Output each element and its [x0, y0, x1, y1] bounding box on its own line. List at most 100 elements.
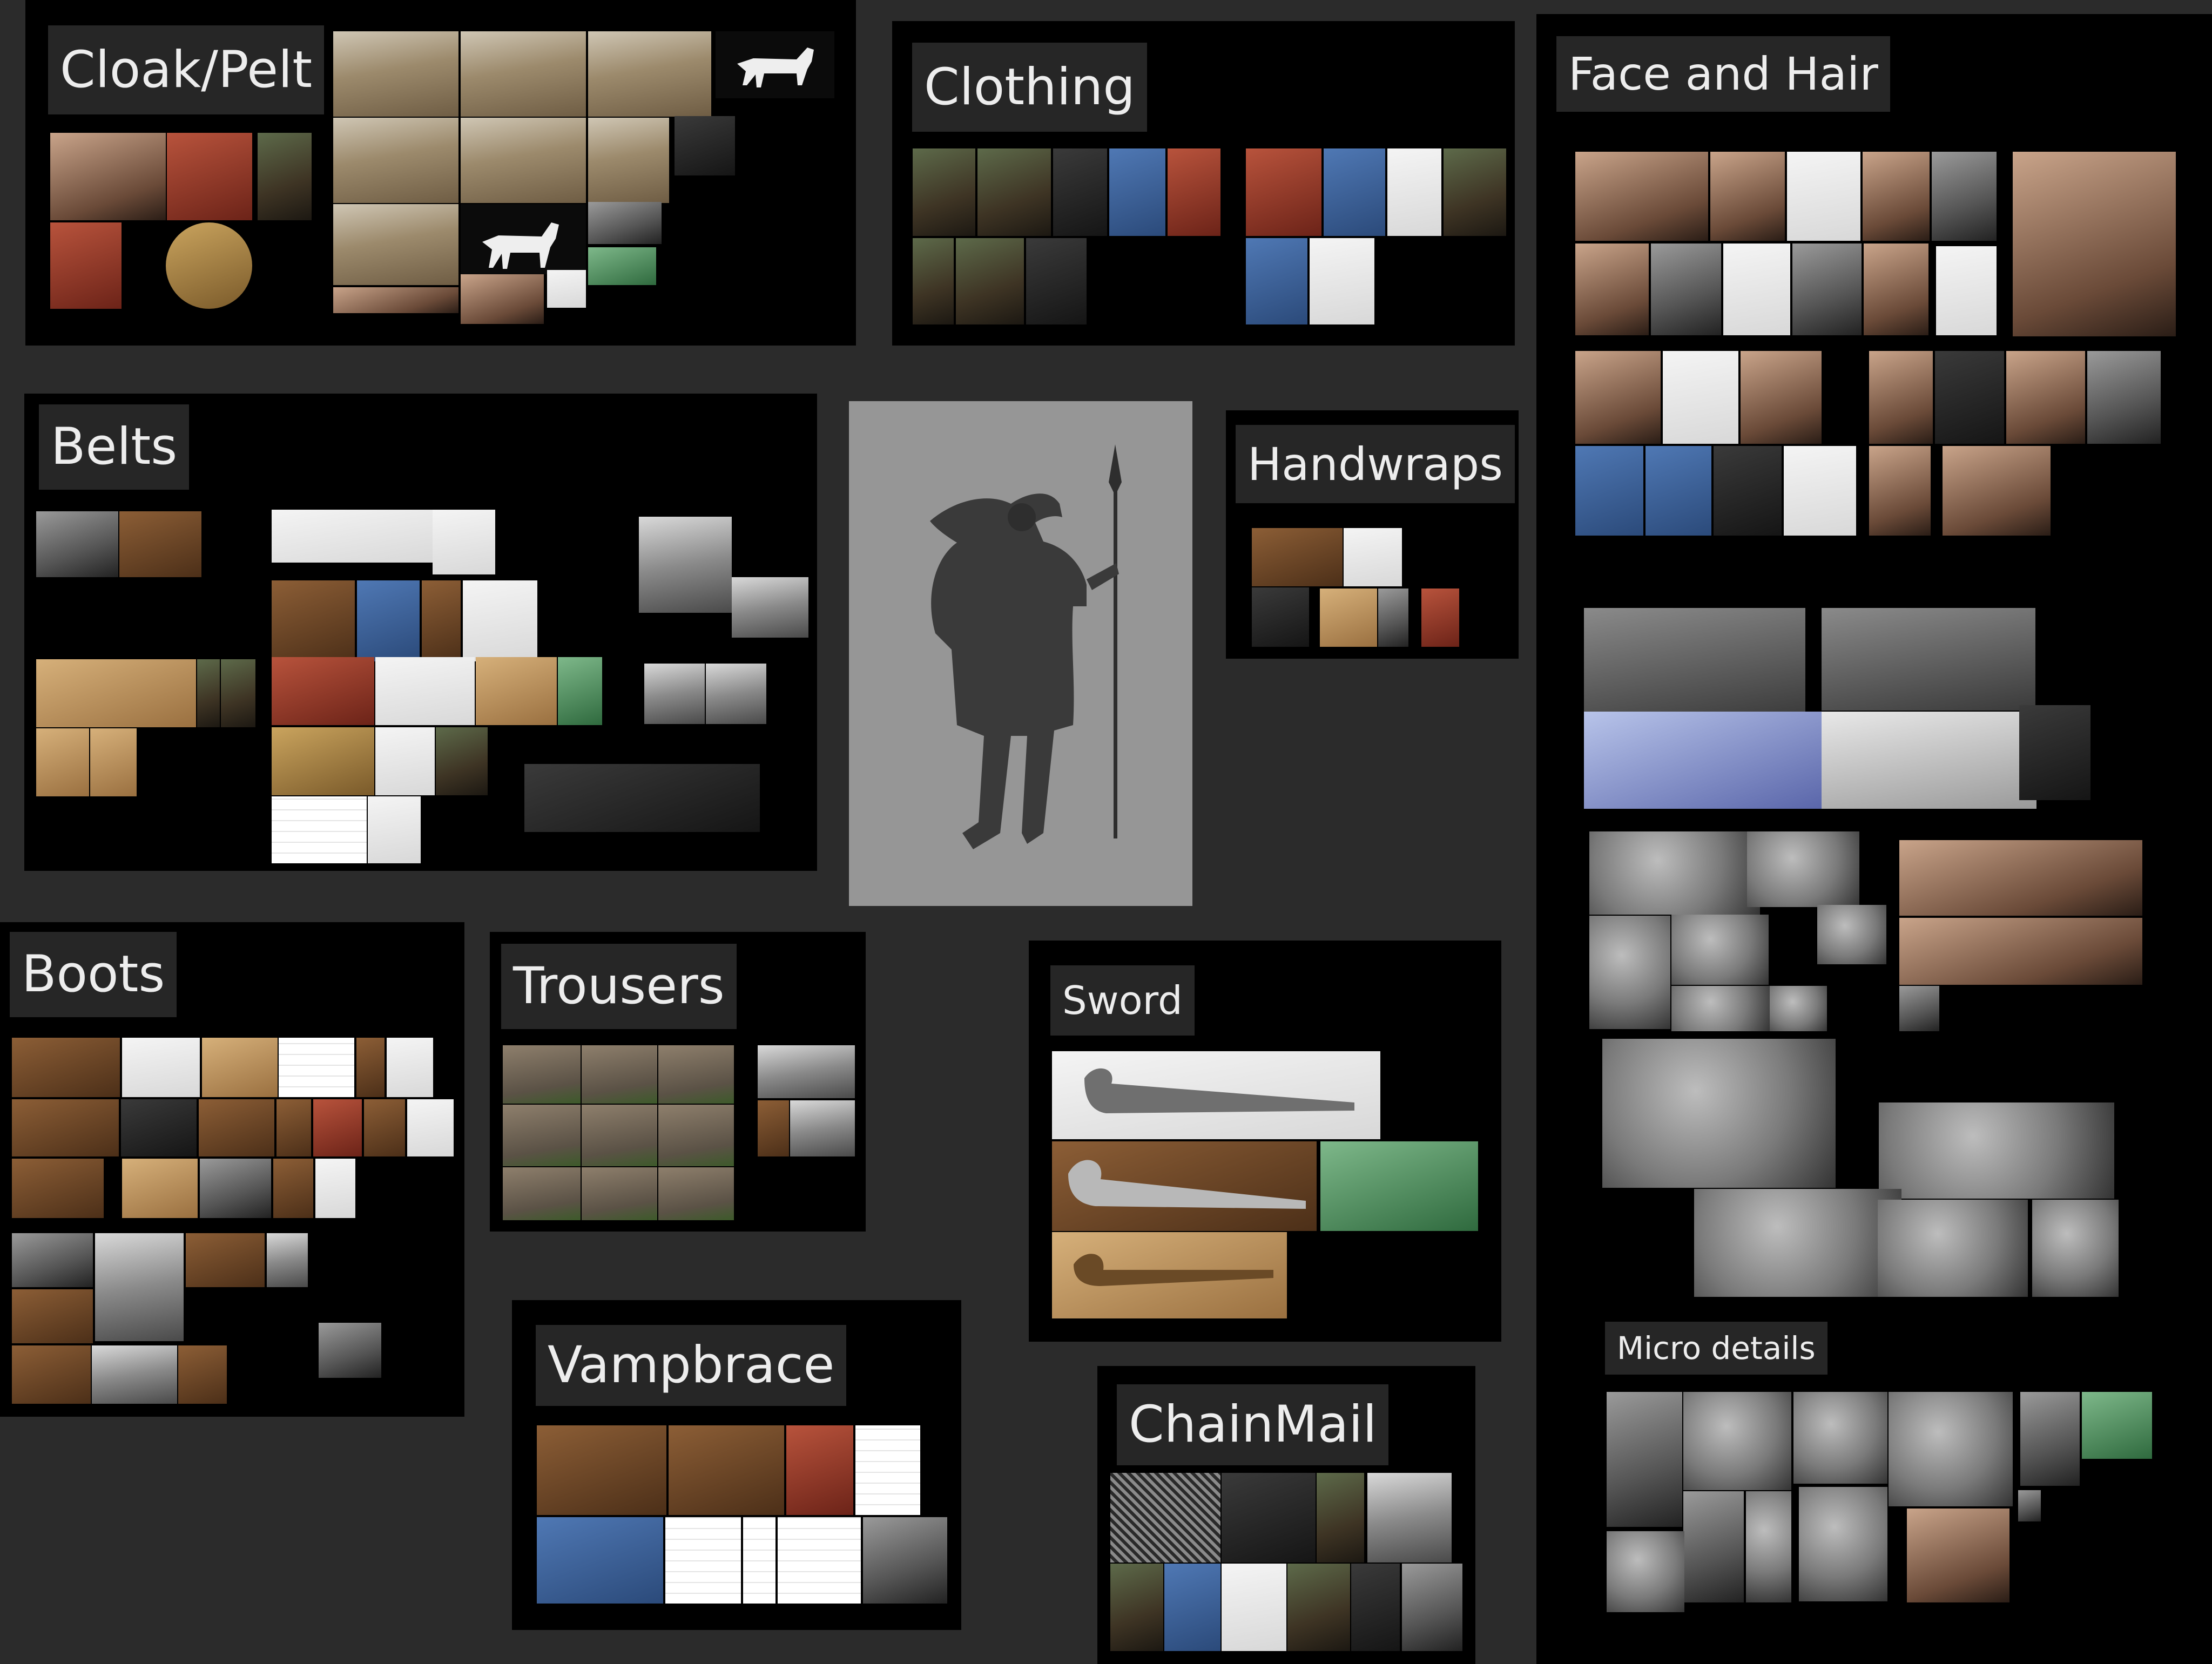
ref-image[interactable] [2018, 1490, 2041, 1521]
ref-image[interactable] [1645, 446, 1711, 536]
ref-image[interactable] [407, 1099, 454, 1156]
ref-image[interactable] [1710, 152, 1785, 241]
ref-image[interactable] [1026, 238, 1087, 324]
ref-image[interactable] [1421, 589, 1459, 647]
ref-image[interactable] [588, 31, 711, 117]
ref-image[interactable] [1387, 148, 1441, 236]
ref-image[interactable] [476, 657, 557, 725]
ref-image[interactable] [1310, 238, 1374, 324]
ref-image[interactable] [272, 727, 374, 795]
ref-image[interactable] [422, 580, 461, 661]
ref-image[interactable] [1602, 1039, 1836, 1188]
ref-image[interactable] [313, 1099, 362, 1156]
ref-image[interactable] [1714, 446, 1782, 536]
ref-image[interactable] [1110, 1473, 1220, 1562]
ref-image[interactable] [1052, 1232, 1287, 1318]
ref-image[interactable] [1683, 1491, 1744, 1602]
ref-image[interactable] [1222, 1473, 1316, 1562]
ref-image[interactable] [588, 202, 662, 244]
ref-image[interactable] [786, 1425, 853, 1515]
ref-image[interactable] [1324, 148, 1385, 236]
group-vampbrace[interactable]: Vampbrace [512, 1300, 961, 1630]
ref-image[interactable] [1168, 148, 1220, 236]
ref-image[interactable] [1943, 446, 2051, 536]
ref-image[interactable] [758, 1100, 789, 1156]
ref-image[interactable] [956, 238, 1024, 324]
ref-image[interactable] [119, 511, 201, 577]
ref-image[interactable] [461, 204, 586, 274]
ref-image[interactable] [12, 1099, 119, 1156]
group-boots[interactable]: Boots [0, 922, 464, 1417]
ref-image[interactable] [12, 1159, 104, 1218]
ref-image[interactable] [1575, 446, 1643, 536]
ref-image[interactable] [433, 510, 495, 574]
ref-image[interactable] [167, 133, 252, 220]
ref-image[interactable] [537, 1517, 663, 1604]
ref-image[interactable] [197, 659, 220, 727]
ref-image[interactable] [333, 118, 458, 203]
ref-image[interactable] [778, 1517, 861, 1604]
ref-image[interactable] [2013, 152, 2176, 336]
ref-image[interactable] [12, 1233, 93, 1287]
ref-image[interactable] [1935, 351, 2004, 444]
ref-image[interactable] [178, 1345, 227, 1404]
ref-image[interactable] [537, 1425, 666, 1515]
ref-image[interactable] [1584, 712, 1822, 809]
ref-image[interactable] [1589, 916, 1670, 1029]
ref-image[interactable] [758, 1045, 855, 1098]
ref-image[interactable] [503, 1045, 581, 1104]
ref-image[interactable] [1936, 246, 1997, 335]
ref-image[interactable] [463, 580, 537, 661]
ref-image[interactable] [1683, 1392, 1791, 1490]
ref-image[interactable] [658, 1105, 734, 1166]
ref-image[interactable] [582, 1045, 657, 1104]
ref-image[interactable] [461, 274, 544, 324]
ref-image[interactable] [12, 1038, 120, 1097]
ref-image[interactable] [669, 1425, 784, 1515]
ref-image[interactable] [1246, 238, 1307, 324]
ref-image[interactable] [913, 148, 975, 236]
ref-image[interactable] [1222, 1564, 1286, 1651]
ref-image[interactable] [503, 1167, 581, 1220]
ref-image[interactable] [675, 116, 735, 175]
ref-image[interactable] [1741, 351, 1822, 444]
ref-image[interactable] [1584, 608, 1805, 717]
ref-image[interactable] [1663, 351, 1738, 444]
ref-image[interactable] [202, 1038, 278, 1097]
ref-image[interactable] [1723, 243, 1790, 335]
ref-image[interactable] [1052, 1051, 1380, 1139]
ref-image[interactable] [186, 1233, 265, 1287]
ref-image[interactable] [267, 1233, 308, 1287]
ref-image[interactable] [639, 517, 732, 613]
ref-image[interactable] [2087, 351, 2161, 444]
ref-image[interactable] [319, 1323, 381, 1378]
ref-image[interactable] [356, 1038, 385, 1097]
ref-image[interactable] [272, 796, 367, 863]
ref-image[interactable] [368, 796, 421, 863]
ref-image[interactable] [461, 118, 586, 203]
ref-image[interactable] [1869, 351, 1933, 444]
ref-image[interactable] [2020, 1392, 2080, 1486]
ref-image[interactable] [1575, 243, 1649, 335]
ref-image[interactable] [1899, 986, 1939, 1031]
ref-image[interactable] [558, 657, 602, 725]
ref-image[interactable] [200, 1159, 271, 1218]
ref-image[interactable] [1320, 589, 1377, 647]
ref-image[interactable] [221, 659, 255, 727]
ref-image[interactable] [1367, 1473, 1452, 1562]
group-cloak-pelt[interactable]: Cloak/Pelt [25, 0, 856, 346]
ref-image[interactable] [582, 1105, 657, 1166]
ref-image[interactable] [1878, 1200, 2028, 1297]
ref-image[interactable] [276, 1099, 311, 1156]
ref-image[interactable] [92, 1345, 177, 1404]
ref-image[interactable] [375, 727, 435, 795]
ref-image[interactable] [1052, 1141, 1317, 1231]
ref-image[interactable] [503, 1105, 581, 1166]
ref-image[interactable] [2006, 351, 2085, 444]
ref-image[interactable] [665, 1517, 741, 1604]
ref-image[interactable] [279, 1038, 354, 1097]
ref-image[interactable] [1252, 528, 1343, 586]
ref-image[interactable] [1879, 1102, 2114, 1199]
ref-image[interactable] [333, 287, 458, 313]
ref-image[interactable] [50, 222, 122, 309]
